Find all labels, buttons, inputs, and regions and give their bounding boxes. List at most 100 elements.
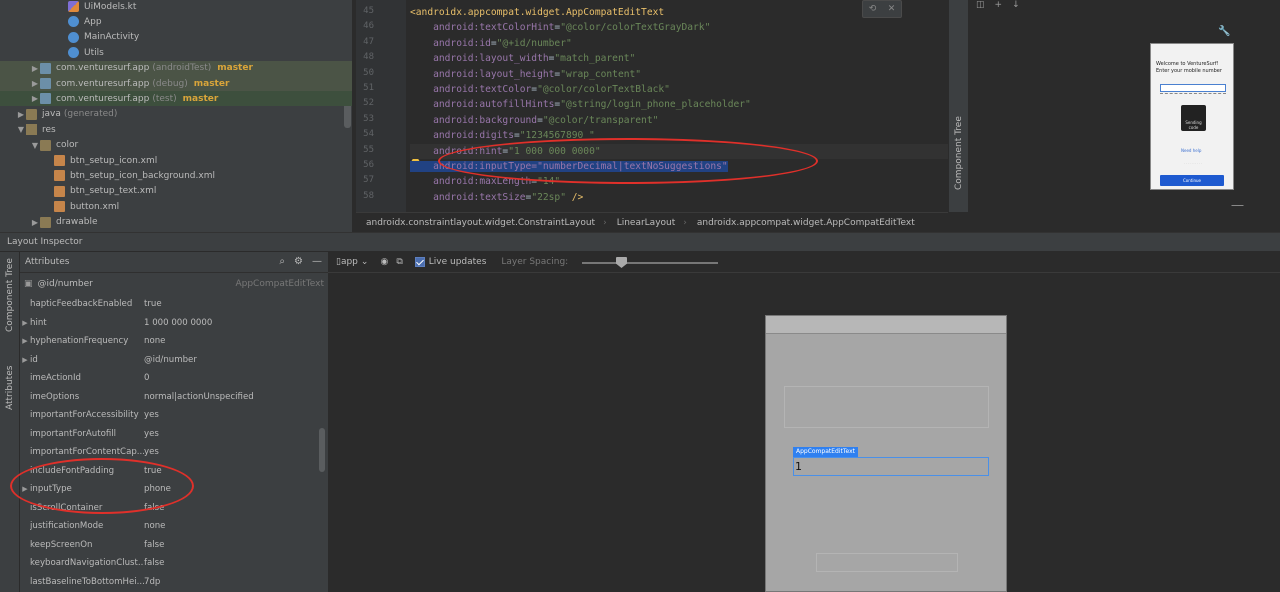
attribute-row[interactable]: ▶ id @id/number <box>20 351 320 369</box>
attribute-row[interactable]: imeOptions normal|actionUnspecified <box>20 388 320 406</box>
code-token: android: <box>410 84 480 95</box>
tree-item-label: color <box>56 140 79 151</box>
code-line[interactable]: android:background="@color/transparent" <box>410 113 658 128</box>
layout-toolbar: ▯ app ⌄ ◉ ⧉ Live updates Layer Spacing: <box>328 252 1280 273</box>
view-outline-bottom[interactable] <box>816 553 958 572</box>
attribute-row[interactable]: keepScreenOn false <box>20 536 320 554</box>
chevron-down-icon[interactable]: ▼ <box>30 141 40 150</box>
tree-item[interactable]: ▶ java (generated) <box>0 107 352 122</box>
attribute-row[interactable]: imeActionId 0 <box>20 369 320 387</box>
chevron-right-icon[interactable]: ▶ <box>20 319 30 327</box>
breadcrumb-item[interactable]: LinearLayout <box>607 218 684 228</box>
code-line[interactable]: android:textColorHint="@color/colorTextG… <box>410 20 710 35</box>
snapshot-icon[interactable]: ⧉ <box>396 257 402 267</box>
wrench-icon[interactable]: 🔧 <box>1218 26 1230 37</box>
close-icon[interactable]: ✕ <box>888 4 896 14</box>
attribute-row[interactable]: importantForAutofill yes <box>20 425 320 443</box>
tree-item[interactable]: ▶ com.venturesurf.app (test) master <box>0 91 352 107</box>
attribute-value: yes <box>144 410 159 420</box>
tree-item-label: button.xml <box>70 201 120 212</box>
breadcrumb-item[interactable]: androidx.appcompat.widget.AppCompatEditT… <box>687 218 923 228</box>
editor-float-toolbar[interactable]: ⟲ ✕ <box>862 0 902 18</box>
tree-item[interactable]: App <box>0 14 352 29</box>
selected-edit-text[interactable]: 1 <box>793 457 989 476</box>
search-icon[interactable]: ⌕ <box>279 256 285 267</box>
attribute-row[interactable]: hapticFeedbackEnabled true <box>20 295 320 313</box>
attribute-key: lastBaselineToBottomHei... <box>30 576 144 587</box>
gear-icon[interactable]: ⚙ <box>294 256 303 267</box>
code-token: layout_height <box>479 68 555 80</box>
arrow-down-icon[interactable]: ↓ <box>1012 0 1020 10</box>
code-line[interactable]: <androidx.appcompat.widget.AppCompatEdit… <box>410 5 664 20</box>
slider-knob[interactable] <box>616 257 627 268</box>
chevron-right-icon[interactable]: ▶ <box>20 356 30 364</box>
tree-item[interactable]: ▶ com.venturesurf.app (androidTest) master <box>0 60 352 76</box>
attribute-row[interactable]: importantForContentCap... yes <box>20 443 320 461</box>
attribute-row[interactable]: importantForAccessibility yes <box>20 406 320 424</box>
component-tree-tab[interactable]: Component Tree <box>948 0 968 212</box>
code-line[interactable]: android:layout_width="match_parent" <box>410 51 635 66</box>
line-number: 52 <box>363 98 374 109</box>
attribute-value: yes <box>144 428 159 439</box>
chevron-right-icon[interactable]: ▶ <box>20 337 30 345</box>
tree-item[interactable]: btn_setup_icon.xml <box>0 153 352 168</box>
device-status-bar <box>766 316 1006 334</box>
eye-icon[interactable]: ◉ <box>380 257 388 267</box>
code-line[interactable]: android:autofillHints="@string/login_pho… <box>410 97 751 112</box>
process-select[interactable]: app <box>341 257 358 267</box>
layers-icon[interactable]: ◫ <box>976 0 985 10</box>
selected-class: AppCompatEditText <box>235 278 324 289</box>
tree-item[interactable]: UiModels.kt <box>0 0 352 14</box>
chevron-right-icon[interactable]: ▶ <box>30 79 40 88</box>
code-line[interactable]: android:textSize="22sp" /> <box>410 190 583 205</box>
attribute-value: none <box>144 521 166 531</box>
attribute-row[interactable]: ▶ hint 1 000 000 0000 <box>20 314 320 332</box>
minimize-icon[interactable]: — <box>312 256 322 267</box>
live-updates-label[interactable]: Live updates <box>429 257 487 267</box>
breadcrumb-item[interactable]: androidx.constraintlayout.widget.Constra… <box>356 218 603 228</box>
attribute-row[interactable]: ▶ hyphenationFrequency none <box>20 332 320 350</box>
tree-item[interactable]: MainActivity <box>0 30 352 45</box>
code-line[interactable]: android:layout_height="wrap_content" <box>410 67 641 82</box>
code-line[interactable]: android:id="@+id/number" <box>410 36 572 51</box>
chevron-right-icon[interactable]: ▶ <box>30 64 40 73</box>
tree-item[interactable]: btn_setup_icon_background.xml <box>0 168 352 183</box>
tree-item[interactable]: ▶ drawable <box>0 215 352 230</box>
attribute-key: importantForAutofill <box>30 428 117 439</box>
tree-item[interactable]: btn_setup_text.xml <box>0 184 352 199</box>
tree-item[interactable]: button.xml <box>0 199 352 214</box>
line-number: 55 <box>363 144 374 155</box>
code-token: android: <box>410 37 480 49</box>
chevron-right-icon[interactable]: ▶ <box>30 218 40 227</box>
tab-attributes[interactable]: Attributes <box>5 366 15 410</box>
chevron-right-icon[interactable]: ▶ <box>16 110 26 119</box>
folder-icon <box>26 108 37 120</box>
code-token: android: <box>410 130 480 142</box>
code-line[interactable]: android:textColor="@color/colorTextBlack… <box>410 82 670 97</box>
chevron-down-icon[interactable]: ⌄ <box>361 257 369 267</box>
attribute-row[interactable]: keyboardNavigationClust... false <box>20 554 320 572</box>
chevron-down-icon[interactable]: ▼ <box>16 125 26 134</box>
tab-component-tree[interactable]: Component Tree <box>5 258 15 332</box>
tree-item[interactable]: ▼ color <box>0 138 352 153</box>
live-updates-checkbox[interactable] <box>414 257 425 267</box>
chevron-right-icon[interactable]: ▶ <box>30 94 40 103</box>
attribute-value: true <box>144 299 162 309</box>
tree-item[interactable]: ▼ res <box>0 122 352 137</box>
tree-item[interactable]: Utils <box>0 45 352 60</box>
gradle-icon[interactable]: ⟲ <box>869 4 877 14</box>
zoom-in-icon[interactable]: + <box>995 0 1003 10</box>
tree-item-label: UiModels.kt <box>84 1 137 12</box>
component-tree-tab-label[interactable]: Component Tree <box>954 116 964 190</box>
code-token: android: <box>410 114 480 126</box>
attribute-key: hapticFeedbackEnabled <box>30 299 133 309</box>
device-render[interactable]: AppCompatEditText 1 <box>765 315 1007 592</box>
layer-spacing-slider[interactable] <box>582 257 718 268</box>
code-token: textColor <box>479 84 532 95</box>
attribute-row[interactable]: lastBaselineToBottomHei... 7dp <box>20 573 320 591</box>
attribute-value: @id/number <box>144 354 197 365</box>
attribute-row[interactable]: justificationMode none <box>20 517 320 535</box>
attributes-scrollbar[interactable] <box>319 428 325 472</box>
tree-item[interactable]: ▶ com.venturesurf.app (debug) master <box>0 76 352 91</box>
view-outline[interactable] <box>784 386 989 428</box>
